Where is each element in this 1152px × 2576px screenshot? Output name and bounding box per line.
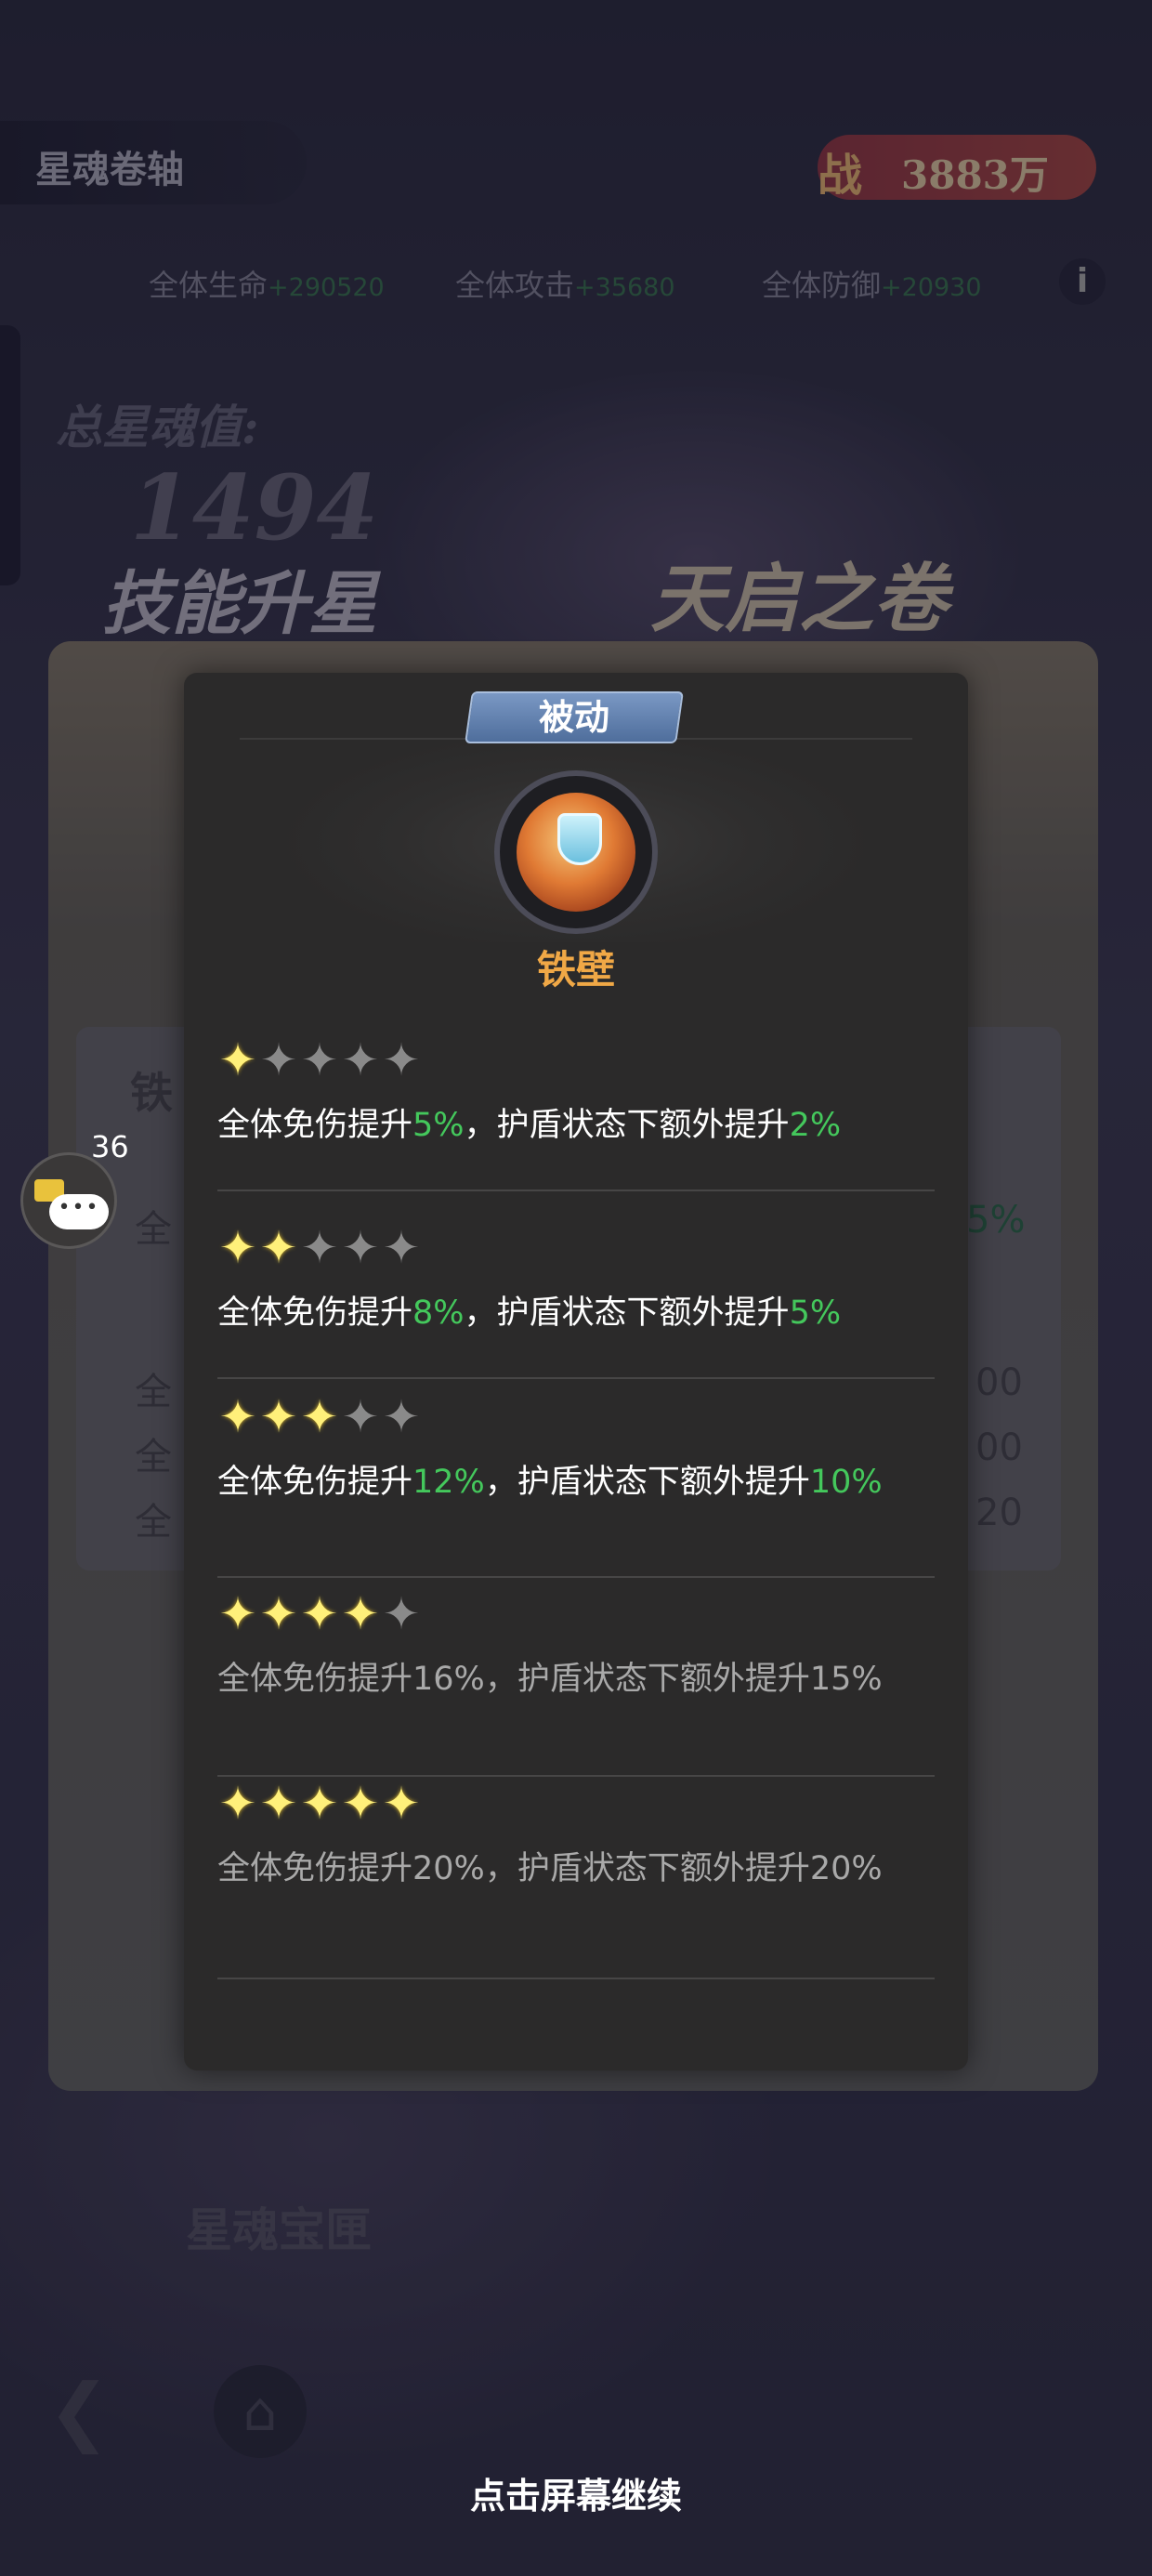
star-empty-icon: ✦: [300, 1034, 339, 1086]
skill-level-description: 全体免伤提升16%，护盾状态下额外提升15%: [217, 1652, 905, 1706]
star-filled-icon: ✦: [300, 1588, 339, 1640]
star-filled-icon: ✦: [218, 1391, 257, 1443]
star-filled-icon: ✦: [218, 1222, 257, 1274]
skill-level-description: 全体免伤提升20%，护盾状态下额外提升20%: [217, 1842, 905, 1896]
description-text: 全体免伤提升: [217, 1464, 413, 1501]
bonus-value: 20%: [809, 1850, 883, 1887]
skill-type-label: 被动: [538, 697, 609, 738]
chat-dots-icon: •••: [49, 1194, 109, 1229]
star-filled-icon: ✦: [259, 1588, 298, 1640]
level-divider: [217, 1775, 935, 1777]
star-filled-icon: ✦: [300, 1778, 339, 1830]
level-divider: [217, 1576, 935, 1578]
skill-icon-frame: [494, 770, 658, 934]
skill-type-tag: 被动: [465, 691, 684, 743]
chat-unread-count: 36: [91, 1129, 129, 1164]
bonus-value: 5%: [789, 1295, 842, 1332]
star-empty-icon: ✦: [382, 1391, 421, 1443]
bonus-value: 15%: [809, 1661, 883, 1698]
skill-detail-popup: 被动 铁壁 ✦✦✦✦✦ 全体免伤提升5%，护盾状态下额外提升2% ✦✦✦✦✦ 全体免伤…: [184, 673, 968, 2070]
level-divider: [217, 1978, 935, 1979]
bonus-value: 10%: [809, 1464, 883, 1501]
bonus-value: 8%: [412, 1295, 465, 1332]
star-rating: ✦✦✦✦✦: [217, 1225, 422, 1271]
star-filled-icon: ✦: [341, 1588, 380, 1640]
star-empty-icon: ✦: [382, 1034, 421, 1086]
bonus-value: 5%: [412, 1107, 465, 1144]
star-empty-icon: ✦: [382, 1588, 421, 1640]
chat-bubble-button[interactable]: •••: [20, 1152, 117, 1249]
description-text: 全体免伤提升: [217, 1295, 413, 1332]
skill-level-description: 全体免伤提升12%，护盾状态下额外提升10%: [217, 1455, 905, 1509]
description-text: 全体免伤提升: [217, 1107, 413, 1144]
star-filled-icon: ✦: [300, 1391, 339, 1443]
description-text: ，护盾状态下额外提升: [484, 1661, 810, 1698]
level-divider: [217, 1377, 935, 1379]
star-filled-icon: ✦: [382, 1778, 421, 1830]
description-text: ，护盾状态下额外提升: [464, 1107, 790, 1144]
bonus-value: 2%: [789, 1107, 842, 1144]
description-text: ，护盾状态下额外提升: [484, 1850, 810, 1887]
skill-name: 铁壁: [536, 947, 615, 992]
description-text: 全体免伤提升: [217, 1661, 413, 1698]
star-empty-icon: ✦: [382, 1222, 421, 1274]
bonus-value: 16%: [412, 1661, 485, 1698]
star-rating: ✦✦✦✦✦: [217, 1037, 422, 1084]
star-filled-icon: ✦: [259, 1222, 298, 1274]
level-divider: [217, 1189, 935, 1191]
star-filled-icon: ✦: [218, 1588, 257, 1640]
skill-level-description: 全体免伤提升5%，护盾状态下额外提升2%: [217, 1098, 905, 1152]
star-filled-icon: ✦: [259, 1778, 298, 1830]
iron-wall-skill-icon: [517, 793, 635, 912]
star-filled-icon: ✦: [218, 1034, 257, 1086]
description-text: ，护盾状态下额外提升: [464, 1295, 790, 1332]
star-rating: ✦✦✦✦✦: [217, 1781, 422, 1827]
bonus-value: 20%: [412, 1850, 485, 1887]
bonus-value: 12%: [412, 1464, 485, 1501]
star-empty-icon: ✦: [341, 1391, 380, 1443]
star-empty-icon: ✦: [341, 1034, 380, 1086]
star-filled-icon: ✦: [259, 1391, 298, 1443]
star-empty-icon: ✦: [341, 1222, 380, 1274]
star-rating: ✦✦✦✦✦: [217, 1591, 422, 1637]
star-empty-icon: ✦: [300, 1222, 339, 1274]
star-empty-icon: ✦: [259, 1034, 298, 1086]
description-text: ，护盾状态下额外提升: [484, 1464, 810, 1501]
skill-level-description: 全体免伤提升8%，护盾状态下额外提升5%: [217, 1286, 905, 1340]
star-filled-icon: ✦: [341, 1778, 380, 1830]
star-filled-icon: ✦: [218, 1778, 257, 1830]
tap-to-continue-hint[interactable]: 点击屏幕继续: [0, 2467, 1152, 2518]
shield-icon: [557, 813, 602, 865]
description-text: 全体免伤提升: [217, 1850, 413, 1887]
star-rating: ✦✦✦✦✦: [217, 1394, 422, 1440]
